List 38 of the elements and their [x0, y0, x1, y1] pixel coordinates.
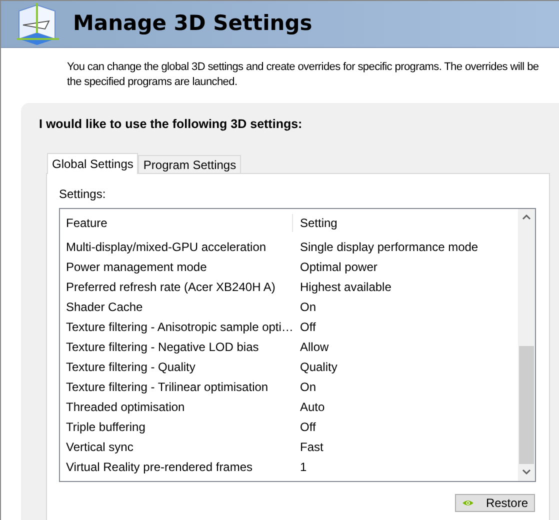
setting-cell[interactable]: Optimal power — [300, 260, 378, 274]
scroll-down-icon[interactable] — [522, 469, 531, 476]
feature-cell[interactable]: Vertical sync — [66, 440, 134, 454]
setting-cell[interactable]: Off — [300, 320, 316, 334]
setting-cell[interactable]: Off — [300, 420, 316, 434]
restore-button[interactable]: Restore — [455, 494, 535, 512]
setting-cell[interactable]: Single display performance mode — [300, 240, 478, 254]
feature-cell[interactable]: Shader Cache — [66, 300, 143, 314]
setting-cell[interactable]: 1 — [300, 460, 307, 474]
scroll-up-icon[interactable] — [522, 214, 531, 220]
setting-cell[interactable]: Quality — [300, 360, 338, 374]
setting-cell[interactable]: On — [300, 380, 316, 394]
feature-cell[interactable]: Texture filtering - Negative LOD bias — [66, 340, 259, 354]
feature-cell[interactable]: Multi-display/mixed-GPU acceleration — [66, 240, 266, 254]
scrollbar[interactable] — [518, 208, 535, 481]
setting-cell[interactable]: Highest available — [300, 280, 392, 294]
description-line: You can change the global 3D settings and create overrides for specific programs. The overrides will be — [67, 60, 540, 75]
setting-cell[interactable]: Auto — [300, 400, 325, 414]
feature-cell[interactable]: Texture filtering - Quality — [66, 360, 196, 374]
panel-heading: I would like to use the following 3D settings: — [39, 116, 304, 133]
feature-cell[interactable]: Preferred refresh rate (Acer XB240H A) — [66, 280, 276, 294]
tab[interactable]: Global Settings — [47, 152, 138, 174]
feature-cell[interactable]: Threaded optimisation — [66, 400, 185, 414]
setting-cell[interactable]: On — [300, 300, 316, 314]
column-header[interactable]: Setting — [293, 214, 518, 232]
column-header[interactable]: Feature — [66, 214, 293, 232]
feature-cell[interactable]: Triple buffering — [66, 420, 146, 434]
setting-cell[interactable]: Allow — [300, 340, 329, 354]
tab[interactable]: Program Settings — [138, 154, 242, 173]
feature-cell[interactable]: Power management mode — [66, 260, 207, 274]
feature-cell[interactable]: Texture filtering - Trilinear optimisation — [66, 380, 268, 394]
feature-cell[interactable]: Virtual Reality pre-rendered frames — [66, 460, 253, 474]
description-line: the specified programs are launched. — [67, 75, 238, 90]
settings-label: Settings: — [59, 186, 106, 203]
feature-cell[interactable]: Texture filtering - Anisotropic sample opti… — [66, 320, 294, 334]
page-title: Manage 3D Settings — [73, 10, 312, 38]
setting-cell[interactable]: Fast — [300, 440, 324, 454]
scroll-thumb[interactable] — [519, 346, 534, 464]
